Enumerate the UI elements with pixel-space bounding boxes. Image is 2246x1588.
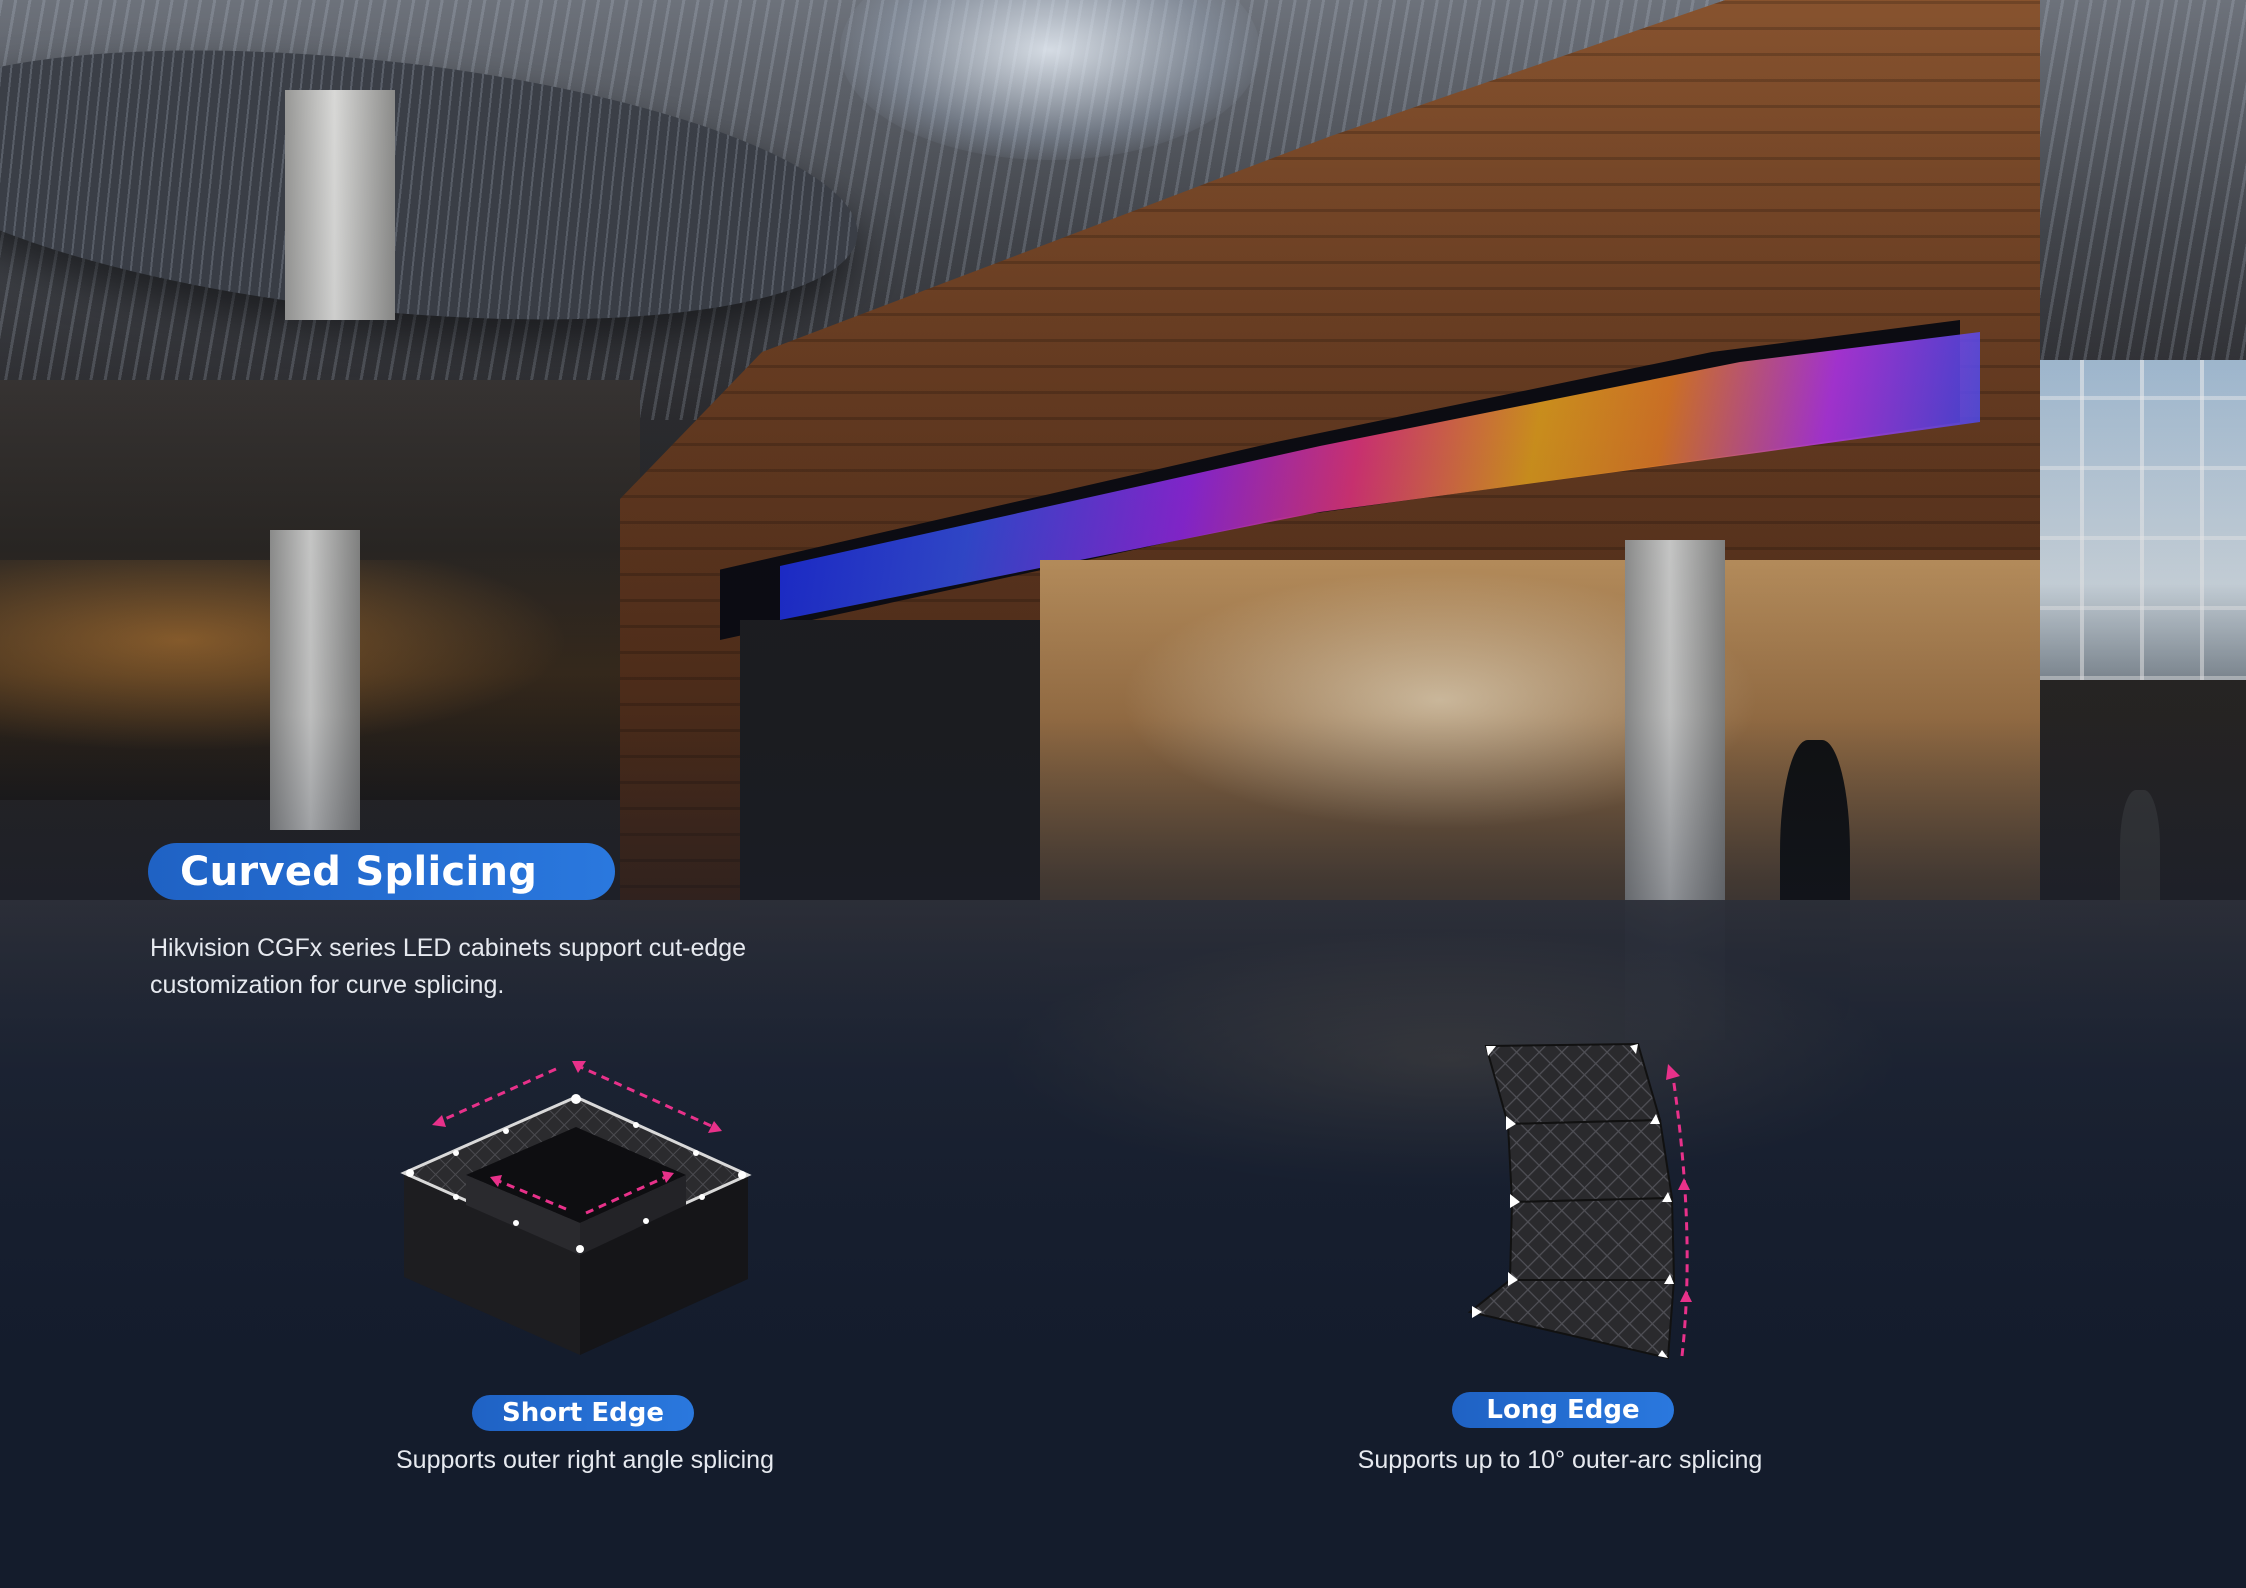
section-title: Curved Splicing bbox=[180, 848, 538, 895]
short-edge-caption: Supports outer right angle splicing bbox=[395, 1446, 774, 1474]
long-edge-label: Long Edge bbox=[1486, 1395, 1640, 1425]
section-title-badge: Curved Splicing bbox=[148, 843, 616, 900]
long-edge-caption: Supports up to 10° outer-arc splicing bbox=[1357, 1446, 1763, 1474]
short-edge-label: Short Edge bbox=[501, 1398, 665, 1428]
short-edge-badge: Short Edge bbox=[472, 1395, 694, 1431]
background-photo-airport-store bbox=[0, 0, 2246, 1588]
bottom-vignette bbox=[0, 0, 2246, 1588]
curved-cabinet-stack-icon bbox=[1460, 1040, 1700, 1370]
square-cabinet-ring-icon bbox=[396, 1055, 756, 1365]
long-edge-badge: Long Edge bbox=[1452, 1392, 1674, 1428]
section-description: Hikvision CGFx series LED cabinets suppo… bbox=[150, 934, 747, 999]
